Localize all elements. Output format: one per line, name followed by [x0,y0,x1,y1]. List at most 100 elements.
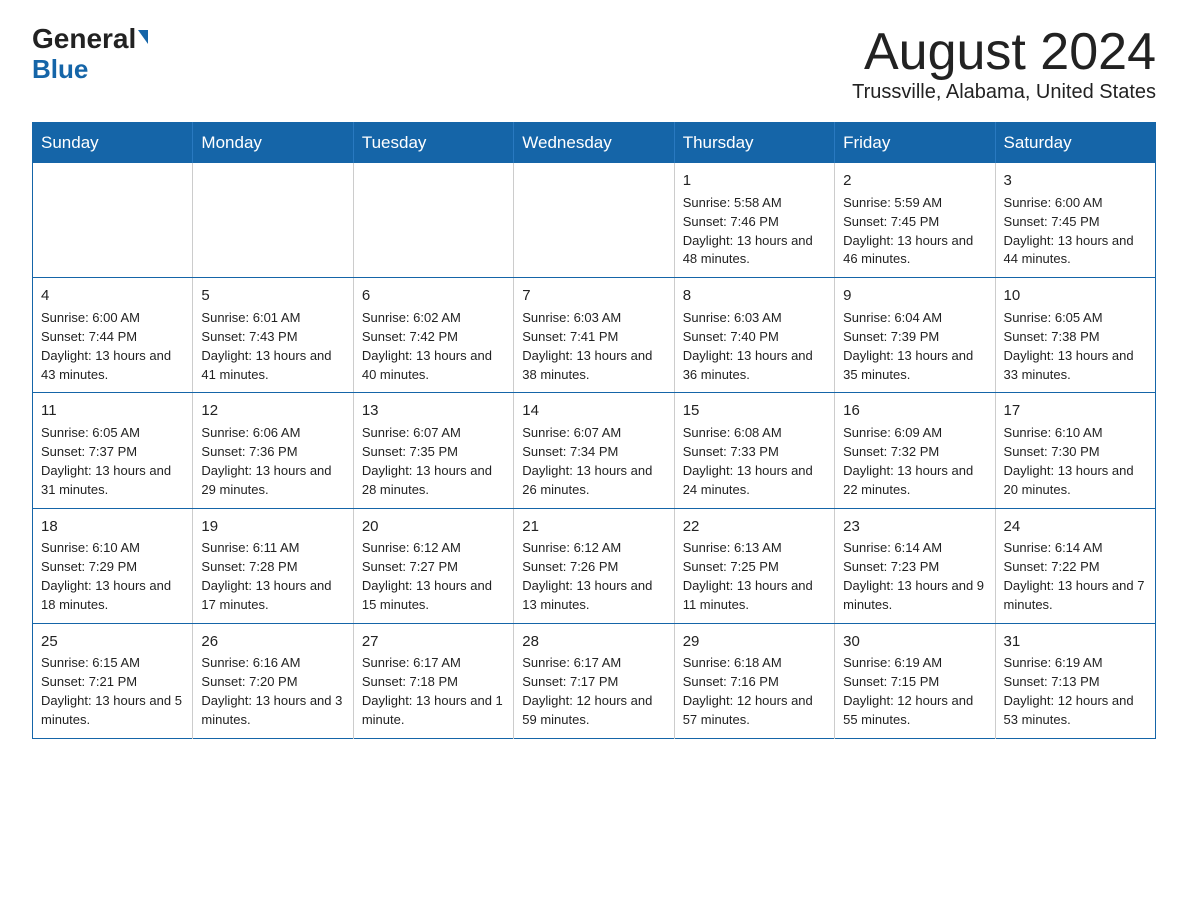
calendar-cell: 21Sunrise: 6:12 AM Sunset: 7:26 PM Dayli… [514,508,674,623]
calendar-cell [353,163,513,278]
day-number: 9 [843,285,986,307]
day-info: Sunrise: 6:18 AM Sunset: 7:16 PM Dayligh… [683,654,826,729]
month-title: August 2024 [852,24,1156,81]
calendar-cell: 15Sunrise: 6:08 AM Sunset: 7:33 PM Dayli… [674,393,834,508]
day-info: Sunrise: 6:12 AM Sunset: 7:27 PM Dayligh… [362,539,505,614]
day-info: Sunrise: 6:03 AM Sunset: 7:41 PM Dayligh… [522,309,665,384]
day-number: 30 [843,631,986,653]
day-number: 13 [362,400,505,422]
day-info: Sunrise: 6:14 AM Sunset: 7:22 PM Dayligh… [1004,539,1147,614]
calendar-cell [33,163,193,278]
calendar-cell: 6Sunrise: 6:02 AM Sunset: 7:42 PM Daylig… [353,278,513,393]
day-number: 2 [843,170,986,192]
day-number: 18 [41,516,184,538]
day-number: 17 [1004,400,1147,422]
day-number: 24 [1004,516,1147,538]
calendar-cell: 8Sunrise: 6:03 AM Sunset: 7:40 PM Daylig… [674,278,834,393]
day-number: 7 [522,285,665,307]
day-info: Sunrise: 6:01 AM Sunset: 7:43 PM Dayligh… [201,309,344,384]
calendar-cell: 12Sunrise: 6:06 AM Sunset: 7:36 PM Dayli… [193,393,353,508]
calendar-cell: 31Sunrise: 6:19 AM Sunset: 7:13 PM Dayli… [995,623,1155,738]
calendar-week-row: 4Sunrise: 6:00 AM Sunset: 7:44 PM Daylig… [33,278,1156,393]
day-number: 5 [201,285,344,307]
day-number: 8 [683,285,826,307]
calendar-cell: 9Sunrise: 6:04 AM Sunset: 7:39 PM Daylig… [835,278,995,393]
calendar-cell: 16Sunrise: 6:09 AM Sunset: 7:32 PM Dayli… [835,393,995,508]
day-number: 4 [41,285,184,307]
day-number: 21 [522,516,665,538]
calendar-cell: 11Sunrise: 6:05 AM Sunset: 7:37 PM Dayli… [33,393,193,508]
calendar-cell: 3Sunrise: 6:00 AM Sunset: 7:45 PM Daylig… [995,163,1155,278]
day-info: Sunrise: 6:11 AM Sunset: 7:28 PM Dayligh… [201,539,344,614]
day-info: Sunrise: 5:58 AM Sunset: 7:46 PM Dayligh… [683,194,826,269]
logo-triangle-icon [138,30,148,44]
weekday-header-friday: Friday [835,123,995,164]
calendar-cell: 19Sunrise: 6:11 AM Sunset: 7:28 PM Dayli… [193,508,353,623]
day-number: 12 [201,400,344,422]
day-info: Sunrise: 6:09 AM Sunset: 7:32 PM Dayligh… [843,424,986,499]
day-number: 14 [522,400,665,422]
day-info: Sunrise: 6:17 AM Sunset: 7:17 PM Dayligh… [522,654,665,729]
day-info: Sunrise: 6:08 AM Sunset: 7:33 PM Dayligh… [683,424,826,499]
logo: General Blue [32,24,148,83]
logo-blue: Blue [32,55,88,84]
day-number: 27 [362,631,505,653]
calendar-cell: 24Sunrise: 6:14 AM Sunset: 7:22 PM Dayli… [995,508,1155,623]
calendar-cell: 7Sunrise: 6:03 AM Sunset: 7:41 PM Daylig… [514,278,674,393]
day-info: Sunrise: 6:12 AM Sunset: 7:26 PM Dayligh… [522,539,665,614]
day-number: 6 [362,285,505,307]
day-number: 19 [201,516,344,538]
calendar-cell: 27Sunrise: 6:17 AM Sunset: 7:18 PM Dayli… [353,623,513,738]
day-info: Sunrise: 6:17 AM Sunset: 7:18 PM Dayligh… [362,654,505,729]
calendar-table: SundayMondayTuesdayWednesdayThursdayFrid… [32,122,1156,739]
day-info: Sunrise: 6:05 AM Sunset: 7:37 PM Dayligh… [41,424,184,499]
day-number: 15 [683,400,826,422]
calendar-cell: 30Sunrise: 6:19 AM Sunset: 7:15 PM Dayli… [835,623,995,738]
calendar-cell: 1Sunrise: 5:58 AM Sunset: 7:46 PM Daylig… [674,163,834,278]
calendar-cell: 23Sunrise: 6:14 AM Sunset: 7:23 PM Dayli… [835,508,995,623]
day-number: 23 [843,516,986,538]
calendar-cell: 26Sunrise: 6:16 AM Sunset: 7:20 PM Dayli… [193,623,353,738]
day-number: 25 [41,631,184,653]
day-info: Sunrise: 6:15 AM Sunset: 7:21 PM Dayligh… [41,654,184,729]
calendar-cell [193,163,353,278]
calendar-header-row: SundayMondayTuesdayWednesdayThursdayFrid… [33,123,1156,164]
location-title: Trussville, Alabama, United States [852,81,1156,104]
weekday-header-wednesday: Wednesday [514,123,674,164]
day-number: 28 [522,631,665,653]
day-info: Sunrise: 6:03 AM Sunset: 7:40 PM Dayligh… [683,309,826,384]
day-info: Sunrise: 6:07 AM Sunset: 7:35 PM Dayligh… [362,424,505,499]
calendar-cell: 29Sunrise: 6:18 AM Sunset: 7:16 PM Dayli… [674,623,834,738]
calendar-cell: 22Sunrise: 6:13 AM Sunset: 7:25 PM Dayli… [674,508,834,623]
calendar-cell: 14Sunrise: 6:07 AM Sunset: 7:34 PM Dayli… [514,393,674,508]
day-info: Sunrise: 6:19 AM Sunset: 7:15 PM Dayligh… [843,654,986,729]
calendar-cell: 4Sunrise: 6:00 AM Sunset: 7:44 PM Daylig… [33,278,193,393]
day-info: Sunrise: 6:14 AM Sunset: 7:23 PM Dayligh… [843,539,986,614]
calendar-cell: 18Sunrise: 6:10 AM Sunset: 7:29 PM Dayli… [33,508,193,623]
day-number: 1 [683,170,826,192]
calendar-cell: 20Sunrise: 6:12 AM Sunset: 7:27 PM Dayli… [353,508,513,623]
logo-text: General [32,24,148,55]
calendar-week-row: 1Sunrise: 5:58 AM Sunset: 7:46 PM Daylig… [33,163,1156,278]
day-number: 16 [843,400,986,422]
day-info: Sunrise: 6:10 AM Sunset: 7:30 PM Dayligh… [1004,424,1147,499]
day-info: Sunrise: 6:04 AM Sunset: 7:39 PM Dayligh… [843,309,986,384]
calendar-cell: 25Sunrise: 6:15 AM Sunset: 7:21 PM Dayli… [33,623,193,738]
day-number: 29 [683,631,826,653]
day-info: Sunrise: 5:59 AM Sunset: 7:45 PM Dayligh… [843,194,986,269]
day-info: Sunrise: 6:00 AM Sunset: 7:45 PM Dayligh… [1004,194,1147,269]
day-number: 26 [201,631,344,653]
day-number: 20 [362,516,505,538]
day-info: Sunrise: 6:07 AM Sunset: 7:34 PM Dayligh… [522,424,665,499]
title-area: August 2024 Trussville, Alabama, United … [852,24,1156,104]
day-info: Sunrise: 6:16 AM Sunset: 7:20 PM Dayligh… [201,654,344,729]
calendar-week-row: 11Sunrise: 6:05 AM Sunset: 7:37 PM Dayli… [33,393,1156,508]
weekday-header-tuesday: Tuesday [353,123,513,164]
weekday-header-saturday: Saturday [995,123,1155,164]
day-info: Sunrise: 6:00 AM Sunset: 7:44 PM Dayligh… [41,309,184,384]
calendar-cell [514,163,674,278]
day-number: 11 [41,400,184,422]
calendar-cell: 5Sunrise: 6:01 AM Sunset: 7:43 PM Daylig… [193,278,353,393]
weekday-header-thursday: Thursday [674,123,834,164]
day-number: 3 [1004,170,1147,192]
